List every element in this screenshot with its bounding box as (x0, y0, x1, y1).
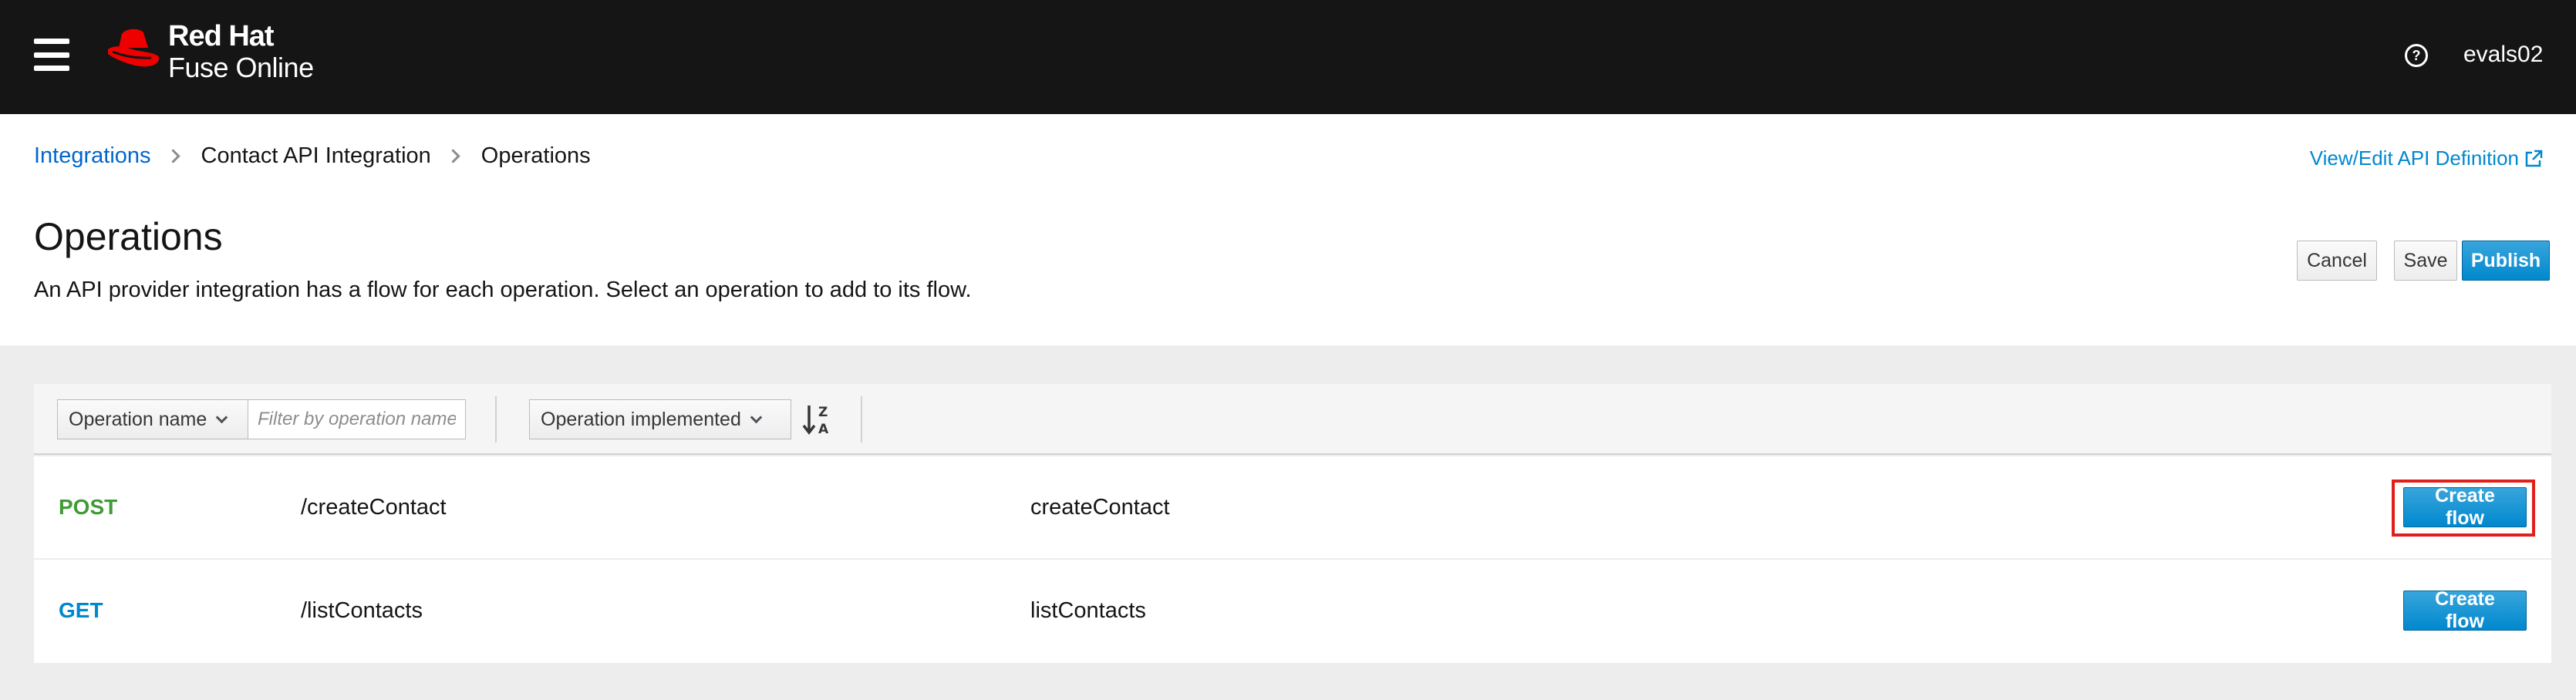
external-link-icon (2525, 150, 2543, 167)
save-button[interactable]: Save (2394, 241, 2457, 281)
toolbar-divider (861, 396, 862, 443)
brand[interactable]: Red Hat Fuse Online (105, 22, 314, 82)
hamburger-menu-icon[interactable] (34, 39, 69, 71)
api-definition-link-label: View/Edit API Definition (2309, 146, 2519, 170)
publish-button[interactable]: Publish (2462, 241, 2550, 281)
product-name: Fuse Online (168, 52, 314, 83)
operations-toolbar: Operation name Operation implemented Z A (34, 384, 2551, 455)
brand-name: Red Hat (168, 20, 275, 52)
page-description: An API provider integration has a flow f… (34, 278, 972, 302)
chevron-down-icon (216, 411, 228, 423)
page-actions: Cancel Save Publish (2297, 241, 2550, 281)
operation-name: createContact (1030, 495, 1170, 520)
operation-path: /listContacts (301, 598, 423, 623)
svg-text:A: A (818, 422, 829, 437)
filter-field-label: Operation name (69, 408, 207, 430)
create-flow-button[interactable]: Create flow (2403, 588, 2527, 632)
page-header: Integrations Contact API Integration Ope… (0, 114, 2576, 345)
sort-field-dropdown[interactable]: Operation implemented (529, 399, 791, 439)
view-edit-api-definition-link[interactable]: View/Edit API Definition (2310, 146, 2544, 170)
operation-method: POST (59, 495, 118, 519)
masthead: Red Hat Fuse Online ? evals02 (0, 0, 2576, 114)
breadcrumb-integrations[interactable]: Integrations (34, 143, 151, 169)
user-menu[interactable]: evals02 (2463, 42, 2543, 68)
page-title: Operations (34, 215, 223, 258)
breadcrumb-current: Operations (480, 143, 591, 168)
sort-field-label: Operation implemented (541, 408, 741, 430)
breadcrumb: Integrations Contact API Integration Ope… (34, 143, 591, 169)
svg-text:Z: Z (818, 405, 828, 420)
operation-row: GET /listContacts listContacts Create fl… (34, 560, 2551, 663)
create-flow-button[interactable]: Create flow (2403, 485, 2527, 529)
chevron-right-icon (446, 149, 460, 163)
cancel-button[interactable]: Cancel (2297, 241, 2377, 281)
redhat-fedora-logo (108, 29, 160, 67)
sort-alpha-desc-icon[interactable]: Z A (802, 401, 835, 438)
toolbar-divider (495, 396, 497, 443)
operation-name: listContacts (1030, 598, 1146, 623)
filter-field-dropdown[interactable]: Operation name (57, 399, 248, 439)
help-icon[interactable]: ? (2405, 44, 2428, 67)
chevron-down-icon (750, 411, 763, 423)
chevron-right-icon (165, 149, 180, 163)
operation-path: /createContact (301, 495, 447, 520)
filter-input[interactable] (248, 399, 466, 439)
operation-method: GET (59, 598, 103, 622)
breadcrumb-integration-name: Contact API Integration (201, 143, 431, 168)
operation-row: POST /createContact createContact Create… (34, 456, 2551, 559)
